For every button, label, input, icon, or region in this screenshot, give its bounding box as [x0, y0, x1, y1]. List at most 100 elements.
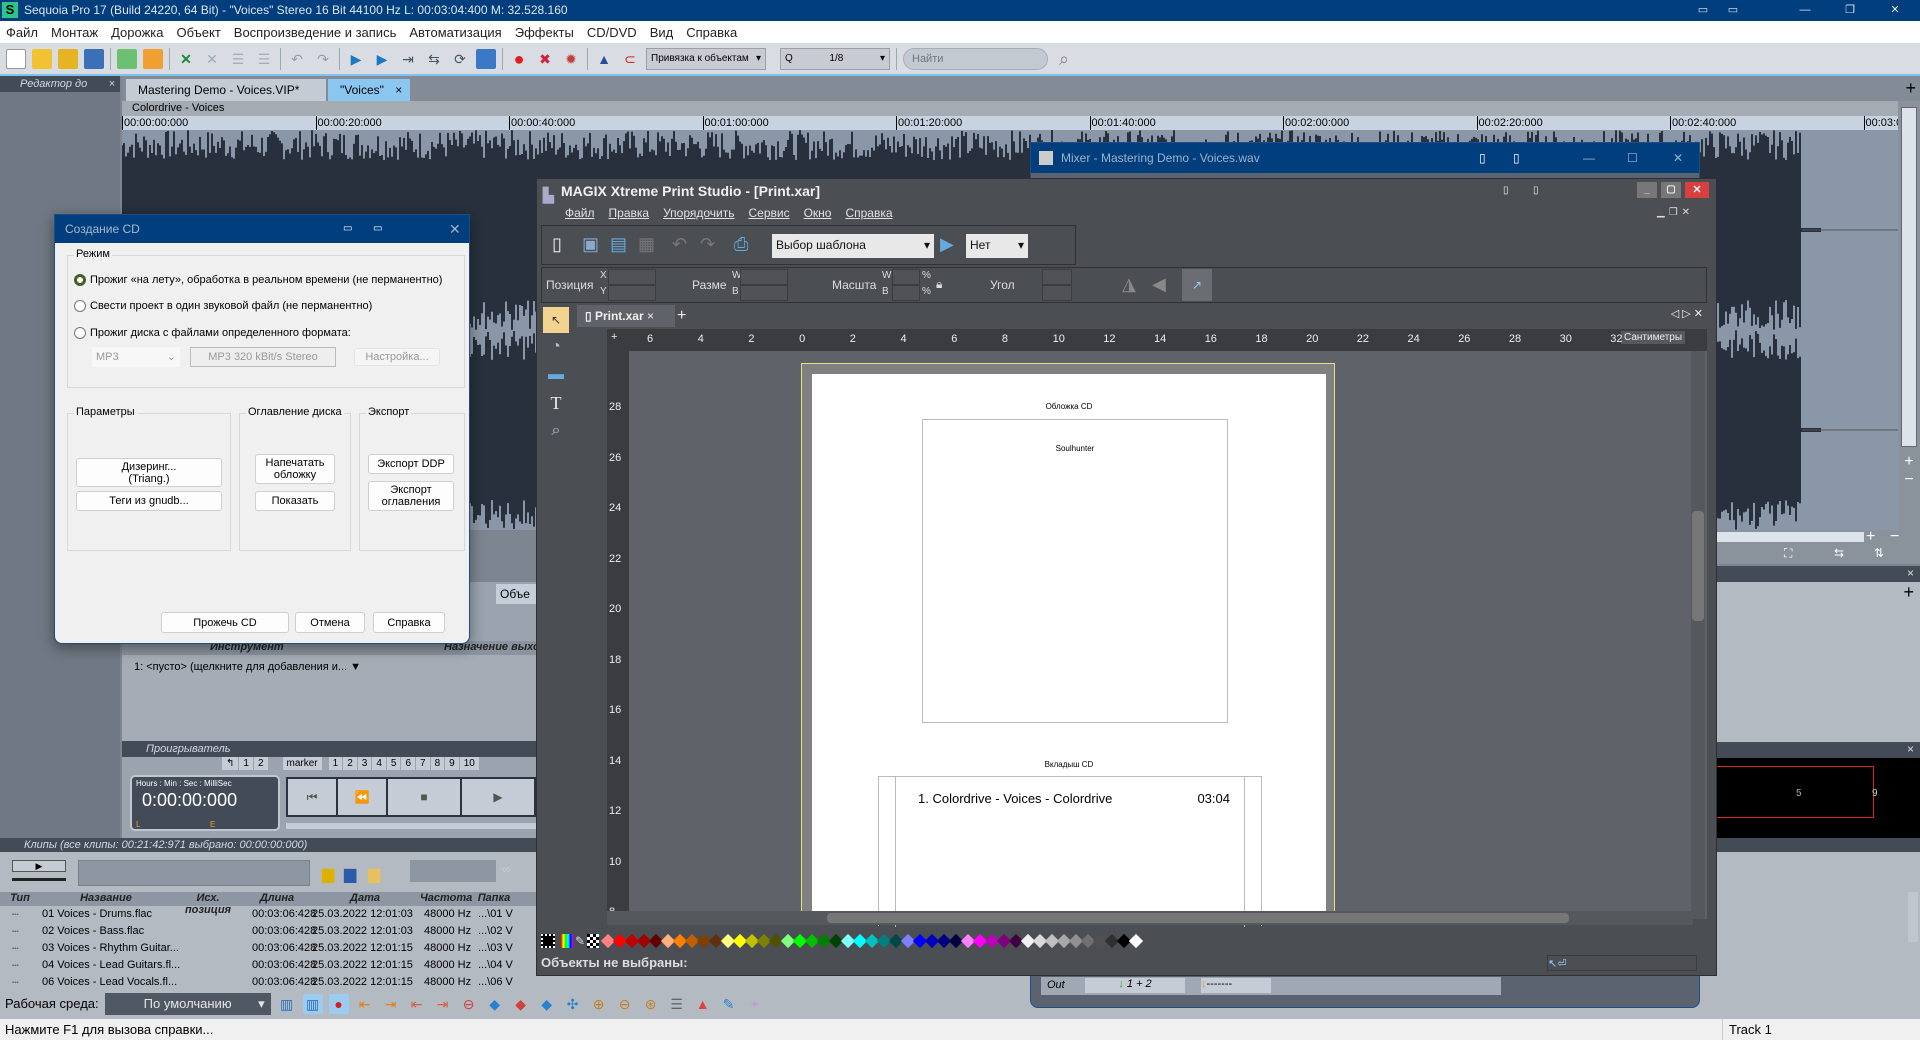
- delete-icon[interactable]: ✕: [202, 49, 222, 69]
- close-button[interactable]: ✕: [1685, 182, 1709, 198]
- lines-icon[interactable]: ☰: [667, 994, 687, 1014]
- transparent-icon[interactable]: [587, 934, 600, 948]
- cut-icon[interactable]: ✕: [176, 49, 196, 69]
- format-select[interactable]: MP3 ⌄: [92, 347, 180, 367]
- loop-icon[interactable]: ⊖: [459, 994, 479, 1014]
- format-settings-button[interactable]: Настройка...: [354, 348, 440, 366]
- color-swatch[interactable]: [1128, 933, 1144, 949]
- print-cover-button[interactable]: Напечатать обложку: [255, 454, 335, 484]
- close-button[interactable]: ✕: [1673, 143, 1683, 173]
- text-tool-icon[interactable]: T: [543, 389, 569, 417]
- zoom-out-icon[interactable]: −: [1898, 471, 1920, 489]
- radio-mixdown[interactable]: Свести проект в один звуковой файл (не п…: [74, 300, 372, 312]
- cancel-button[interactable]: Отмена: [295, 612, 365, 633]
- prev-marker-icon[interactable]: ⇤: [407, 994, 427, 1014]
- menu-effects[interactable]: Эффекты: [515, 25, 574, 40]
- vertical-ruler[interactable]: 282624222018161412108: [607, 351, 629, 919]
- undo-icon[interactable]: ↶: [672, 234, 687, 255]
- marker-button[interactable]: 5: [386, 757, 401, 770]
- ps-menu-edit[interactable]: Правка: [609, 203, 650, 223]
- metronome-icon[interactable]: ▲: [594, 49, 614, 69]
- spectrum-icon[interactable]: ▲: [693, 994, 713, 1014]
- scroll-thumb[interactable]: [1692, 511, 1704, 621]
- menu-track[interactable]: Дорожка: [111, 25, 163, 40]
- scroll-thumb[interactable]: [827, 913, 1569, 923]
- menu-montage[interactable]: Монтаж: [51, 25, 98, 40]
- new-file-icon[interactable]: [6, 48, 26, 69]
- show-toc-button[interactable]: Показать: [255, 491, 335, 511]
- marker-button[interactable]: 7: [416, 757, 430, 770]
- marker-button[interactable]: 1: [328, 757, 343, 770]
- size-w-input[interactable]: [740, 269, 788, 285]
- export-toc-button[interactable]: Экспорт оглавления: [368, 481, 454, 511]
- canvas-vertical-scrollbar[interactable]: [1691, 351, 1705, 919]
- maximize-button[interactable]: ▢: [1661, 182, 1681, 198]
- range-button[interactable]: 1: [239, 757, 253, 770]
- minimize-button[interactable]: _: [1637, 182, 1657, 198]
- table-row[interactable]: ┄ 04 Voices - Lead Guitars.fl... 00:03:06:…: [0, 959, 536, 976]
- skew-input[interactable]: [1042, 285, 1072, 301]
- position-y-input[interactable]: [608, 285, 656, 301]
- go-to-start-icon[interactable]: ⏮: [288, 779, 336, 815]
- restore-doc-icon[interactable]: ❐: [1669, 207, 1678, 218]
- next-marker-icon[interactable]: ⇥: [433, 994, 453, 1014]
- color-picker-icon[interactable]: [561, 934, 573, 948]
- paste-icon[interactable]: ☰: [254, 49, 274, 69]
- horizontal-zoom-icon[interactable]: ⇆: [1834, 546, 1844, 560]
- fit-icon[interactable]: ⛶: [1784, 546, 1792, 561]
- col-type[interactable]: Тип: [2, 892, 38, 904]
- table-row[interactable]: ┄ 02 Voices - Bass.flac 00:03:06:428 25.03.…: [0, 925, 536, 942]
- open-audio-icon[interactable]: [58, 48, 78, 69]
- volume-slider[interactable]: [12, 878, 66, 881]
- open-folder-icon[interactable]: ▤: [610, 234, 627, 255]
- vertical-zoom-icon[interactable]: ⇅: [1874, 546, 1884, 560]
- zoom-all-icon[interactable]: ⊛: [641, 994, 661, 1014]
- position-slider[interactable]: [286, 823, 536, 829]
- menu-automation[interactable]: Автоматизация: [409, 25, 501, 40]
- save-icon[interactable]: ▆: [344, 864, 356, 884]
- close-button[interactable]: ✕: [449, 215, 461, 243]
- dock-left-icon[interactable]: ▭: [343, 215, 352, 243]
- marker-button[interactable]: 8: [430, 757, 445, 770]
- burn-cd-button[interactable]: Прожечь CD: [161, 612, 289, 633]
- record-options-icon[interactable]: ✖: [535, 49, 555, 69]
- ps-menu-help[interactable]: Справка: [845, 203, 892, 223]
- marker-button[interactable]: 9: [445, 757, 459, 770]
- scroll-thumb[interactable]: [1901, 107, 1917, 447]
- transform-tool-icon[interactable]: ↗: [1182, 269, 1212, 301]
- col-length[interactable]: Длина: [244, 892, 310, 904]
- print-icon[interactable]: ⎙: [734, 234, 748, 255]
- dock-right-icon[interactable]: ▭: [1718, 0, 1748, 21]
- export-ddp-button[interactable]: Экспорт DDP: [368, 454, 454, 474]
- shape-tool-icon[interactable]: ◔: [543, 333, 569, 361]
- canvas-horizontal-scrollbar[interactable]: [607, 911, 1693, 925]
- copy-icon[interactable]: ☰: [228, 49, 248, 69]
- tab-voices[interactable]: "Voices" ×: [328, 79, 410, 101]
- dock-left-icon[interactable]: ▯: [1479, 143, 1486, 173]
- time-display[interactable]: Hours : Min : Sec : MilliSec 0:00:00:000…: [130, 775, 280, 831]
- dropdown-arrow-icon[interactable]: ▼: [350, 661, 361, 673]
- ps-menu-service[interactable]: Сервис: [748, 203, 789, 223]
- workspace-select[interactable]: По умолчанию ▾: [104, 992, 271, 1015]
- snap-select[interactable]: Привязка к объектам ▾: [646, 47, 766, 70]
- cd-cover[interactable]: Soulhunter: [922, 419, 1228, 723]
- tab-objects[interactable]: Объе: [496, 584, 536, 604]
- zoom-tool-icon[interactable]: ⌕: [543, 417, 569, 445]
- gnudb-tags-button[interactable]: Теги из gnudb...: [76, 491, 222, 511]
- no-color-icon[interactable]: [541, 934, 555, 948]
- tab-print-xar[interactable]: ▯ Print.xar ×: [577, 305, 675, 327]
- template-select[interactable]: Выбор шаблона ▾: [772, 234, 934, 258]
- close-icon[interactable]: ×: [395, 83, 402, 97]
- mixer-active-icon[interactable]: ▥: [302, 993, 323, 1014]
- output-routing[interactable]: ↓ 1 + 2: [1085, 978, 1185, 993]
- marker-icon[interactable]: ◆: [537, 994, 557, 1014]
- none-select[interactable]: Нет ▾: [966, 234, 1028, 258]
- horizontal-ruler[interactable]: Сантиметры +6 4 2 0 2 4 6 8 10 12 14 16 18 20 22 24 26 28…: [607, 329, 1707, 351]
- instrument-row[interactable]: 1: <пусто> (щелкните для добавления и...…: [134, 661, 361, 673]
- stop-icon[interactable]: ■: [388, 779, 460, 815]
- binoculars-icon[interactable]: ∞: [502, 862, 511, 876]
- range-button[interactable]: 2: [253, 757, 268, 770]
- marker-button[interactable]: 4: [372, 757, 386, 770]
- save-icon[interactable]: ▦: [638, 234, 655, 255]
- marker-button[interactable]: 3: [357, 757, 372, 770]
